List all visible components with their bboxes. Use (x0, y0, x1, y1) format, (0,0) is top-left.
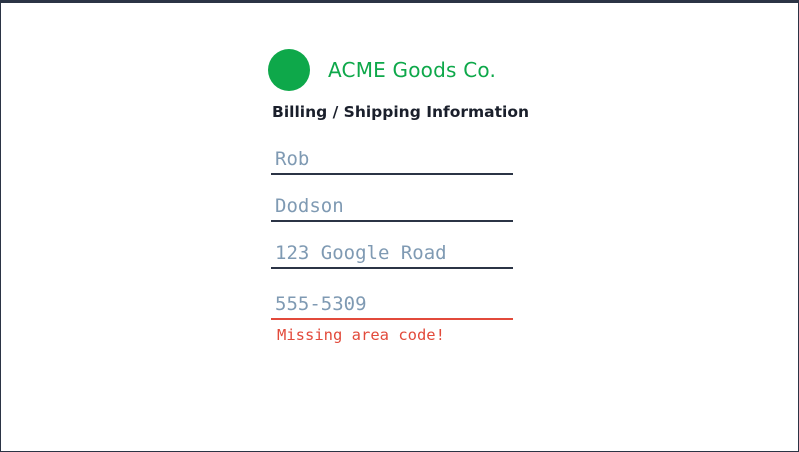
window-frame: ACME Goods Co. Billing / Shipping Inform… (0, 0, 799, 452)
form-title: Billing / Shipping Information (272, 103, 530, 121)
brand-header: ACME Goods Co. (268, 49, 496, 91)
last-name-field[interactable] (271, 192, 513, 222)
phone-field[interactable] (271, 290, 513, 320)
brand-name: ACME Goods Co. (328, 58, 496, 82)
first-name-field[interactable] (271, 145, 513, 175)
address-field[interactable] (271, 239, 513, 269)
phone-error-message: Missing area code! (277, 326, 445, 344)
logo-icon (268, 49, 310, 91)
